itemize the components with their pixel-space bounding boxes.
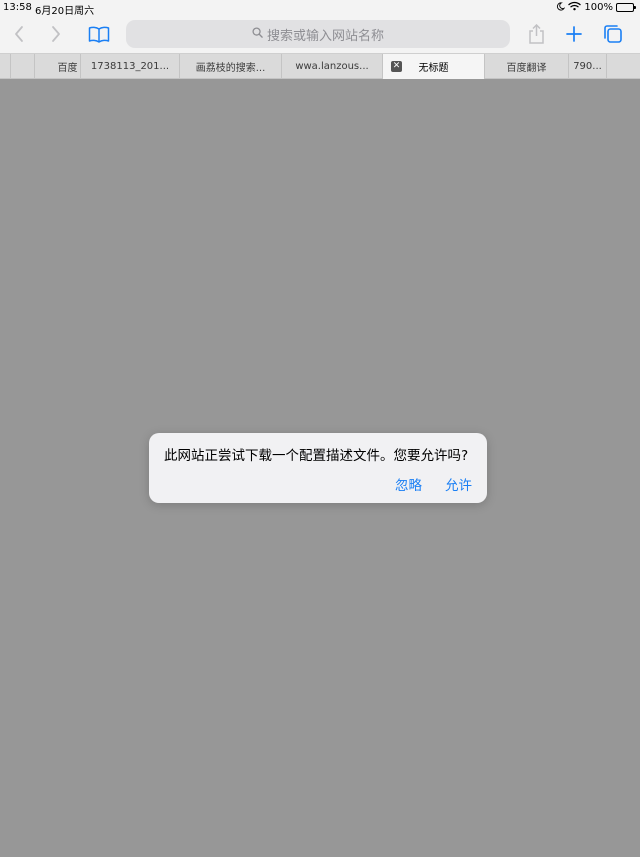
allow-button[interactable]: 允许 (445, 474, 472, 494)
tab-bar: 百度 1738113_201... 画荔枝的搜索... wwa.lanzous.… (0, 53, 640, 79)
ignore-button[interactable]: 忽略 (395, 474, 422, 494)
tab-label: wwa.lanzous... (295, 61, 369, 72)
tab-label: 790... (573, 61, 602, 72)
bookmarks-icon[interactable] (87, 20, 111, 48)
tab-label: 1738113_201... (90, 61, 170, 72)
tab-lanzous[interactable]: wwa.lanzous... (281, 54, 382, 79)
tab-untitled[interactable]: ✕ 无标题 (382, 54, 484, 79)
profile-download-alert: 此网站正尝试下载一个配置描述文件。您要允许吗? 忽略 允许 (149, 433, 487, 503)
wifi-icon (568, 1, 582, 14)
search-icon (252, 26, 263, 42)
status-time: 13:58 (3, 2, 32, 13)
search-placeholder: 搜索或输入网站名称 (266, 28, 384, 44)
tab-baidu[interactable]: 百度 (34, 54, 80, 79)
tab-label: 无标题 (418, 63, 449, 74)
share-icon[interactable] (526, 20, 546, 48)
browser-toolbar: 搜索或输入网站名称 (0, 16, 640, 53)
forward-icon[interactable] (47, 20, 65, 48)
battery-percent: 100% (584, 2, 613, 13)
tab-overflow-right[interactable] (606, 54, 640, 79)
tab-baidu-translate[interactable]: 百度翻译 (484, 54, 568, 79)
status-right: 100% (556, 1, 636, 14)
tab-790[interactable]: 790... (568, 54, 606, 79)
tab-search[interactable]: 画荔枝的搜索... (179, 54, 281, 79)
moon-icon (556, 1, 566, 14)
tab-file[interactable]: 1738113_201... (80, 54, 179, 79)
tab-label: 画荔枝的搜索... (195, 63, 266, 74)
tab-label: 百度翻译 (506, 63, 547, 74)
tabs-overview-icon[interactable] (602, 20, 624, 48)
tab-overflow-left[interactable] (10, 54, 34, 79)
battery-icon (616, 3, 636, 12)
tab-label: 百度 (57, 63, 78, 74)
new-tab-icon[interactable] (564, 20, 584, 48)
alert-message: 此网站正尝试下载一个配置描述文件。您要允许吗? (164, 448, 469, 464)
search-input[interactable]: 搜索或输入网站名称 (126, 20, 510, 48)
back-icon[interactable] (10, 20, 28, 48)
tab-close-icon[interactable]: ✕ (391, 61, 402, 72)
status-date: 6月20日周六 (35, 6, 95, 17)
status-bar: 13:58 6月20日周六 100% (0, 0, 640, 17)
